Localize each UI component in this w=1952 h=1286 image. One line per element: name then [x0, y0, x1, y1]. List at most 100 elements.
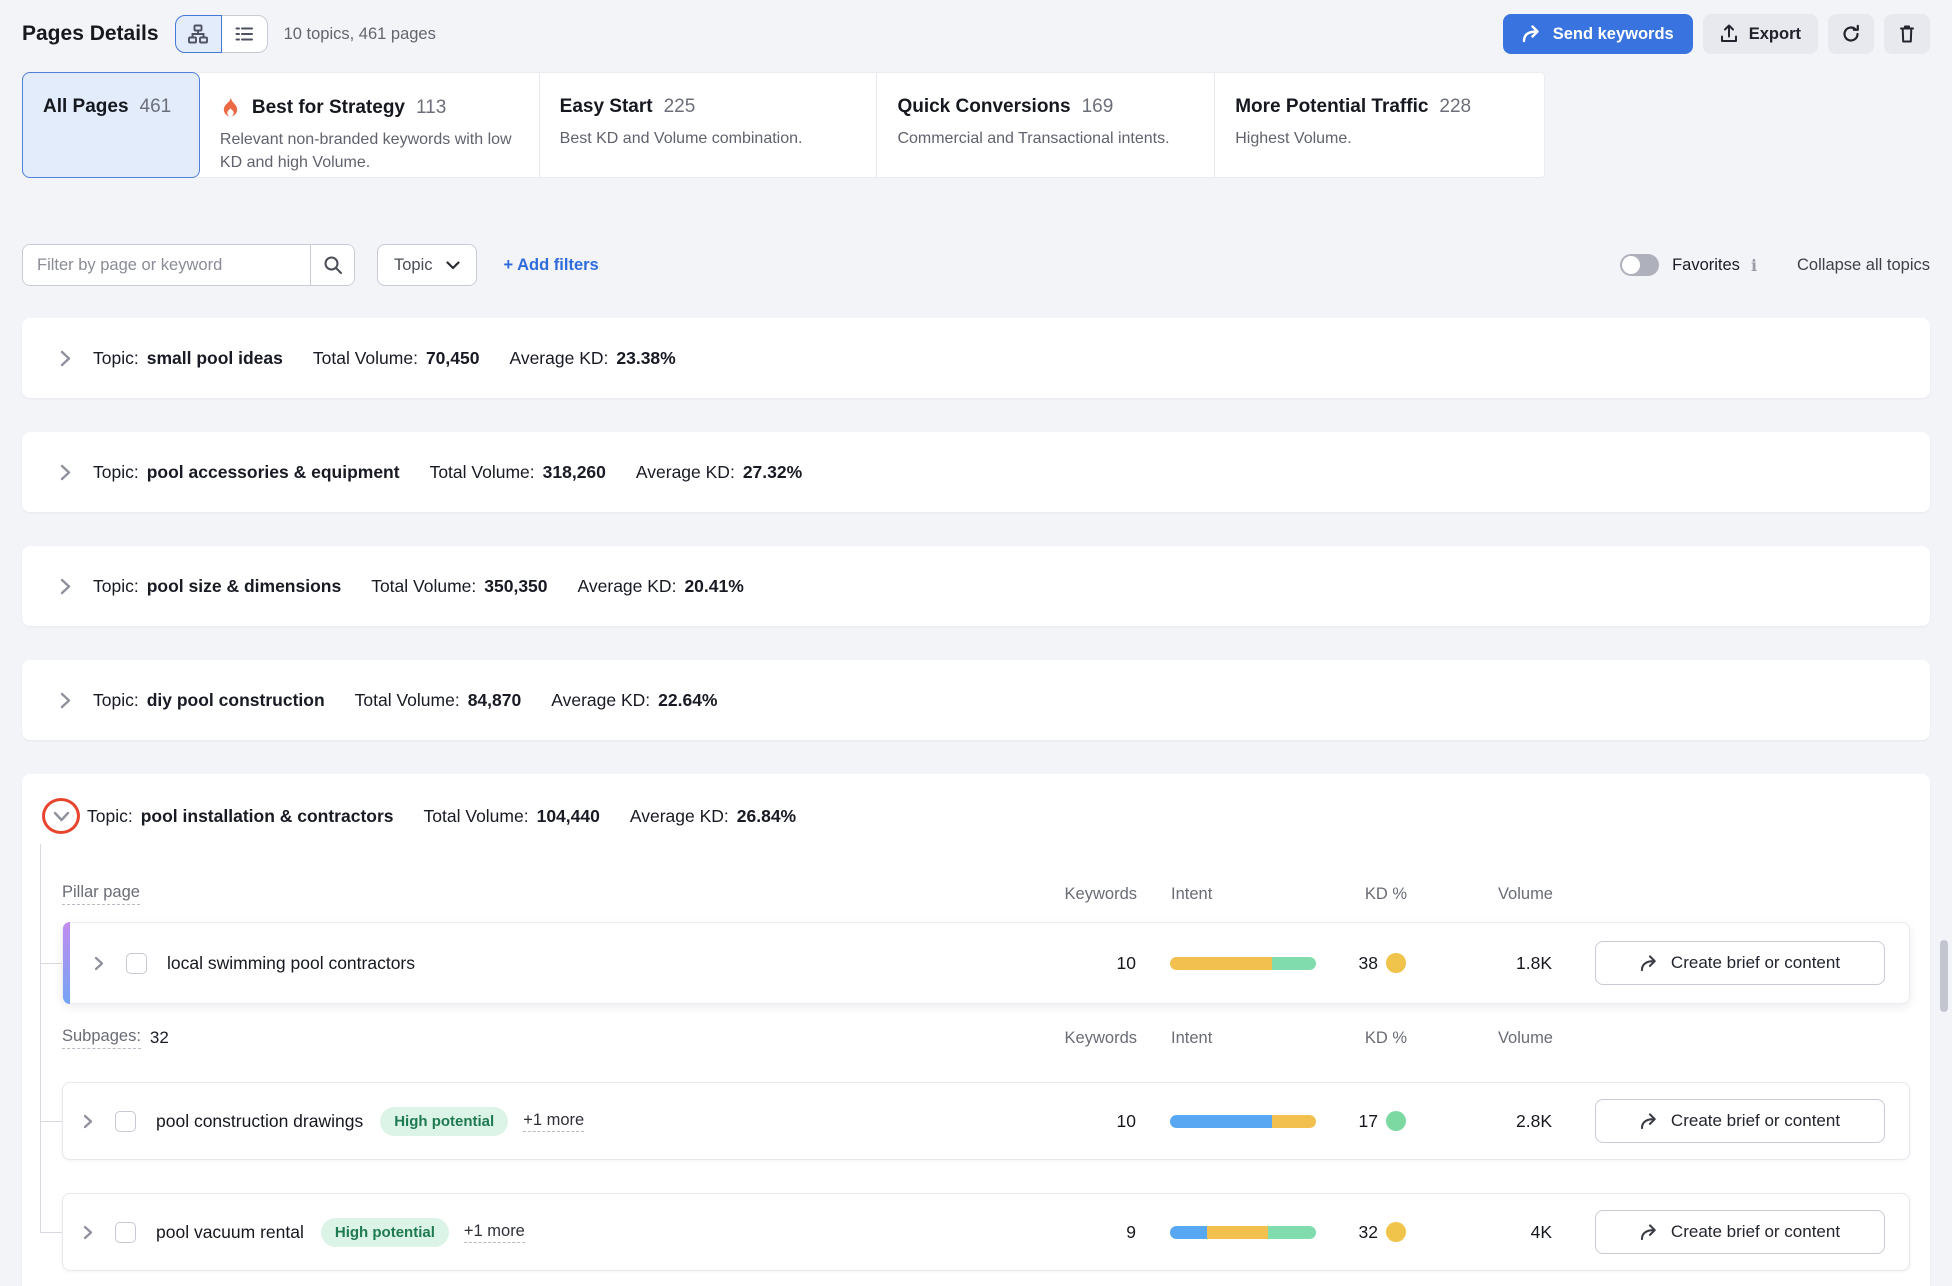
chevron-right-icon[interactable]	[60, 464, 71, 481]
send-arrow-icon	[1522, 25, 1542, 43]
pillar-page-label[interactable]: Pillar page	[62, 883, 140, 905]
topics-view-button[interactable]	[175, 15, 222, 53]
tab-best-for-strategy[interactable]: Best for Strategy113 Relevant non-brande…	[200, 73, 540, 177]
export-button[interactable]: Export	[1703, 14, 1818, 54]
volume-value: 2.8K	[1442, 1111, 1552, 1132]
page-name[interactable]: pool vacuum rental	[156, 1222, 304, 1243]
tab-all-pages[interactable]: All Pages461	[22, 72, 200, 178]
tab-quick-conversions[interactable]: Quick Conversions169 Commercial and Tran…	[877, 73, 1215, 177]
topic-filter-dropdown[interactable]: Topic	[377, 244, 477, 286]
topic-card-pool-installation-expanded: Topic:pool installation & contractors To…	[22, 774, 1930, 1286]
kd-value: 32	[1316, 1222, 1378, 1243]
average-kd-value: 22.64%	[658, 690, 717, 711]
chevron-right-icon[interactable]	[60, 350, 71, 367]
total-volume-value: 70,450	[426, 348, 480, 369]
favorites-toggle[interactable]	[1620, 254, 1659, 276]
export-icon	[1720, 24, 1738, 44]
subpages-count: 32	[150, 1028, 169, 1048]
create-brief-button[interactable]: Create brief or content	[1595, 941, 1885, 985]
chevron-right-icon[interactable]	[60, 692, 71, 709]
chevron-right-icon[interactable]	[83, 1225, 93, 1240]
topic-name: pool size & dimensions	[147, 576, 341, 597]
view-toggle	[175, 15, 268, 53]
kd-cell: 32	[1316, 1222, 1406, 1243]
total-volume-value: 318,260	[543, 462, 606, 483]
topic-name: diy pool construction	[147, 690, 325, 711]
more-badges-link[interactable]: +1 more	[523, 1111, 584, 1132]
search-icon	[323, 255, 343, 275]
kd-value: 38	[1316, 953, 1378, 974]
kd-column-header: KD %	[1317, 1029, 1407, 1048]
topic-row-diy-pool-construction[interactable]: Topic:diy pool construction Total Volume…	[22, 660, 1930, 740]
page-name[interactable]: pool construction drawings	[156, 1111, 363, 1132]
send-arrow-icon	[1640, 1113, 1659, 1130]
search-input[interactable]	[23, 245, 310, 285]
list-view-button[interactable]	[221, 15, 268, 53]
tree-connector	[40, 844, 41, 1232]
kd-difficulty-dot	[1386, 953, 1406, 973]
refresh-icon	[1841, 24, 1861, 44]
kd-column-header: KD %	[1317, 885, 1407, 904]
average-kd-value: 23.38%	[616, 348, 675, 369]
keywords-column-header: Keywords	[1047, 1029, 1137, 1048]
total-volume-value: 350,350	[484, 576, 547, 597]
search-button[interactable]	[310, 245, 354, 285]
row-checkbox[interactable]	[126, 953, 147, 974]
topic-name: small pool ideas	[147, 348, 283, 369]
pillar-accent-bar	[63, 922, 70, 1004]
tab-easy-start[interactable]: Easy Start225 Best KD and Volume combina…	[540, 73, 878, 177]
volume-column-header: Volume	[1443, 1029, 1553, 1048]
average-kd-value: 27.32%	[743, 462, 802, 483]
chevron-right-icon[interactable]	[94, 956, 104, 971]
topic-name: pool installation & contractors	[141, 806, 394, 827]
keywords-count: 9	[1046, 1222, 1136, 1243]
kd-cell: 38	[1316, 953, 1406, 974]
add-filters-link[interactable]: + Add filters	[504, 256, 599, 275]
top-bar: Pages Details	[22, 12, 1930, 56]
pillar-columns-header: Pillar page Keywords Intent KD % Volume	[62, 874, 1910, 914]
pages-details-screen: Pages Details	[0, 0, 1952, 1286]
collapse-all-topics-link[interactable]: Collapse all topics	[1797, 256, 1930, 275]
sitemap-icon	[187, 23, 209, 45]
subpages-columns-header: Subpages: 32 Keywords Intent KD % Volume	[62, 1018, 1910, 1058]
subpage-row: pool construction drawings High potentia…	[62, 1082, 1910, 1160]
filter-bar-right: Favorites i Collapse all topics	[1620, 254, 1930, 276]
expanded-topic-header[interactable]: Topic:pool installation & contractors To…	[22, 774, 1930, 838]
chevron-down-icon[interactable]	[53, 811, 70, 822]
page-name[interactable]: local swimming pool contractors	[167, 953, 415, 974]
delete-button[interactable]	[1884, 14, 1930, 54]
page-title: Pages Details	[22, 22, 159, 46]
volume-value: 4K	[1442, 1222, 1552, 1243]
total-volume-value: 84,870	[468, 690, 522, 711]
intent-column-header: Intent	[1171, 1029, 1317, 1048]
topic-row-pool-accessories[interactable]: Topic:pool accessories & equipment Total…	[22, 432, 1930, 512]
top-bar-actions: Send keywords Export	[1503, 14, 1930, 54]
subpages-label[interactable]: Subpages:	[62, 1027, 141, 1049]
volume-column-header: Volume	[1443, 885, 1553, 904]
strategy-tabs: All Pages461 Best for Strategy113 Releva…	[22, 72, 1545, 178]
row-checkbox[interactable]	[115, 1222, 136, 1243]
pages-table: Pillar page Keywords Intent KD % Volume …	[62, 874, 1910, 1271]
intent-bar	[1170, 1115, 1316, 1128]
topic-row-pool-size[interactable]: Topic:pool size & dimensions Total Volum…	[22, 546, 1930, 626]
send-keywords-button[interactable]: Send keywords	[1503, 14, 1693, 54]
create-brief-button[interactable]: Create brief or content	[1595, 1210, 1885, 1254]
tree-connector	[40, 1232, 62, 1233]
chevron-right-icon[interactable]	[60, 578, 71, 595]
chevron-right-icon[interactable]	[83, 1114, 93, 1129]
search-box	[22, 244, 355, 286]
keywords-count: 10	[1046, 953, 1136, 974]
annotation-red-circle	[42, 798, 80, 834]
row-checkbox[interactable]	[115, 1111, 136, 1132]
scrollbar-thumb[interactable]	[1940, 940, 1948, 1012]
topic-row-small-pool-ideas[interactable]: Topic:small pool ideas Total Volume:70,4…	[22, 318, 1930, 398]
more-badges-link[interactable]: +1 more	[464, 1222, 525, 1243]
create-brief-button[interactable]: Create brief or content	[1595, 1099, 1885, 1143]
topics-pages-summary: 10 topics, 461 pages	[284, 25, 436, 44]
average-kd-value: 20.41%	[684, 576, 743, 597]
info-icon[interactable]: i	[1751, 256, 1757, 275]
tab-more-potential-traffic[interactable]: More Potential Traffic228 Highest Volume…	[1215, 73, 1544, 177]
volume-value: 1.8K	[1442, 953, 1552, 974]
refresh-button[interactable]	[1828, 14, 1874, 54]
kd-cell: 17	[1316, 1111, 1406, 1132]
